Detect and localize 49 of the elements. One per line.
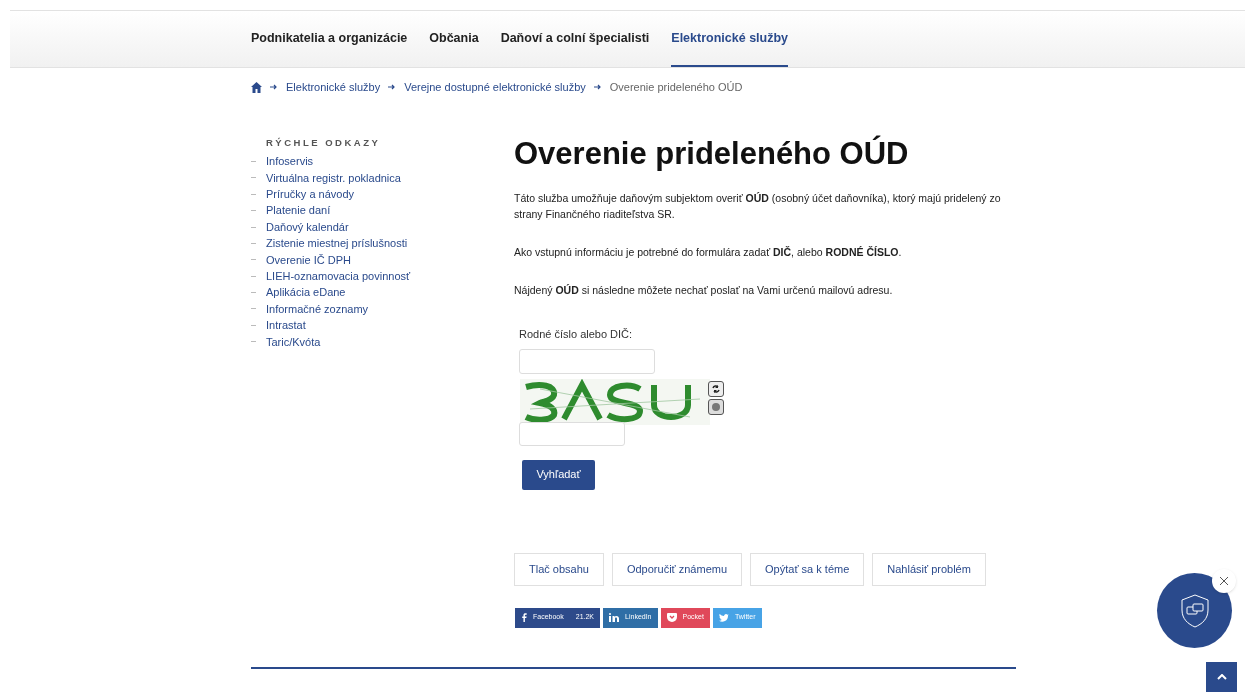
breadcrumb-current: Overenie prideleného OÚD [609, 79, 743, 95]
sidebar-link[interactable]: Platenie daní [266, 202, 331, 219]
sidebar-link[interactable]: Intrastat [266, 317, 306, 334]
sidebar-link[interactable]: Daňový kalendár [266, 218, 349, 236]
field-label: Rodné číslo alebo DIČ: [519, 327, 634, 342]
sidebar-heading: RÝCHLE ODKAZY [266, 136, 382, 150]
action-button[interactable]: Odporučiť známemu [611, 552, 743, 586]
action-button[interactable]: Nahlásiť problém [872, 552, 986, 586]
sidebar-link[interactable]: Aplikácia eDane [266, 284, 346, 301]
sidebar-link[interactable]: Príručky a návody [266, 186, 355, 203]
arrow-icon [270, 84, 278, 90]
shield-chat-icon [1179, 593, 1210, 628]
nav-tab[interactable]: Občania [429, 11, 479, 67]
paragraph: Táto služba umožňuje daňovým subjektom overiť OÚD (osobný účet daňovníka), ktorý majú pridelený zo strany Finančného riaditeľstva SR. [514, 191, 1002, 222]
captcha-field[interactable] [519, 421, 625, 446]
bird-icon [718, 613, 729, 622]
chevron-up-icon [1216, 674, 1227, 680]
sidebar-link[interactable]: Taric/Kvóta [266, 333, 321, 350]
paragraph: Ako vstupnú informáciu je potrebné do formulára zadať DIČ, alebo RODNÉ ČÍSLO. [514, 245, 903, 260]
breadcrumb-link[interactable]: Verejne dostupné elektronické služby [404, 78, 586, 96]
nav-tab[interactable]: Elektronické služby [671, 11, 789, 67]
pocket-icon [666, 613, 677, 622]
action-button[interactable]: Tlač obsahu [514, 552, 604, 586]
breadcrumb-link[interactable]: Elektronické služby [286, 78, 381, 96]
action-button[interactable]: Opýtať sa k téme [750, 552, 865, 586]
arrow-icon [388, 84, 397, 90]
sidebar-link[interactable]: Zistenie miestnej príslušnosti [266, 235, 408, 252]
paragraph: Nájdený OÚD si následne môžete nechať poslať na Vami určenú mailovú adresu. [514, 283, 894, 298]
arrow-icon [593, 84, 602, 90]
scroll-to-top-button[interactable] [1206, 662, 1237, 692]
nav-tab[interactable]: Daňoví a colní špecialisti [500, 11, 650, 67]
refresh-icon [711, 383, 721, 394]
refresh-button[interactable] [708, 380, 724, 397]
page-title: Overenie prideleného OÚD [514, 134, 910, 173]
sidebar-link[interactable]: Overenie IČ DPH [266, 251, 351, 269]
close-icon [1220, 577, 1228, 585]
sidebar-link[interactable]: Infoservis [266, 153, 314, 170]
linkedin-icon [609, 613, 620, 622]
search-button[interactable]: Vyhľadať [522, 459, 595, 490]
home-icon[interactable] [251, 81, 262, 93]
nav-tab[interactable]: Podnikatelia a organizácie [251, 11, 408, 67]
audio-button[interactable] [708, 398, 724, 415]
facebook-icon [521, 613, 527, 622]
sidebar-link[interactable]: Virtuálna registr. pokladnica [266, 169, 401, 187]
circle-icon [711, 401, 721, 412]
input-field[interactable] [519, 348, 655, 374]
sidebar-link[interactable]: LIEH-oznamovacia povinnosť [266, 267, 411, 285]
sidebar-link[interactable]: Informačné zoznamy [266, 300, 369, 318]
close-button[interactable] [1212, 569, 1236, 593]
